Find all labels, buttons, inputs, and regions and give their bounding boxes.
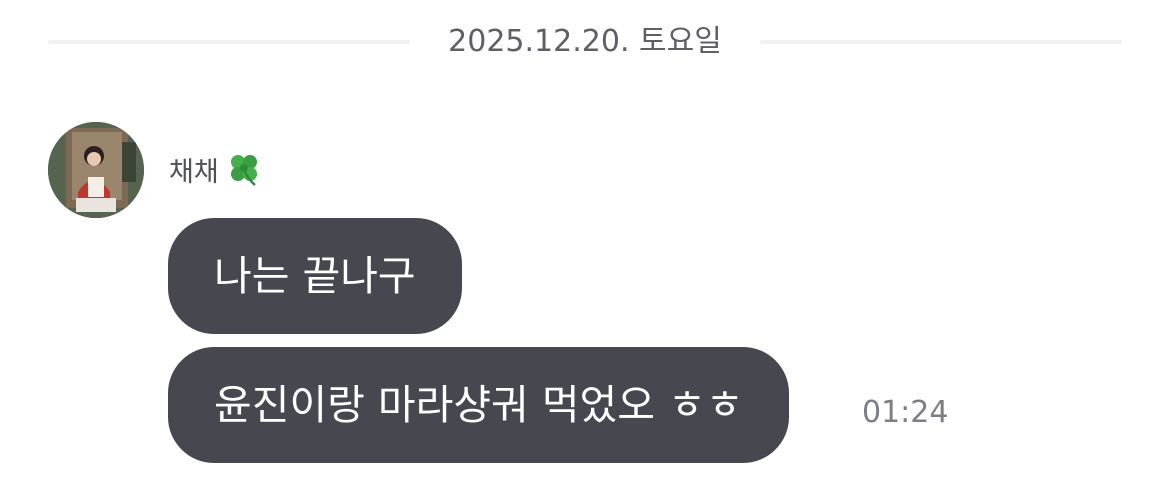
- sender-name-text: 채채: [169, 156, 219, 188]
- date-divider-line-right: [760, 40, 1122, 44]
- date-divider: 2025.12.20. 토요일: [48, 20, 1122, 64]
- avatar-photo: [48, 122, 144, 218]
- four-leaf-clover-icon: [225, 150, 263, 188]
- message-bubble[interactable]: 윤진이랑 마라샹궈 먹었오 ㅎㅎ: [168, 347, 790, 463]
- message-timestamp: 01:24: [862, 395, 949, 430]
- message-group: 채채 나는 끝나구 윤진이랑 마라샹궈 먹었오 ㅎㅎ 01:24: [48, 120, 1122, 480]
- message-bubble[interactable]: 나는 끝나구: [168, 218, 462, 334]
- sender-avatar[interactable]: [48, 122, 144, 218]
- sender-name: 채채: [169, 147, 263, 191]
